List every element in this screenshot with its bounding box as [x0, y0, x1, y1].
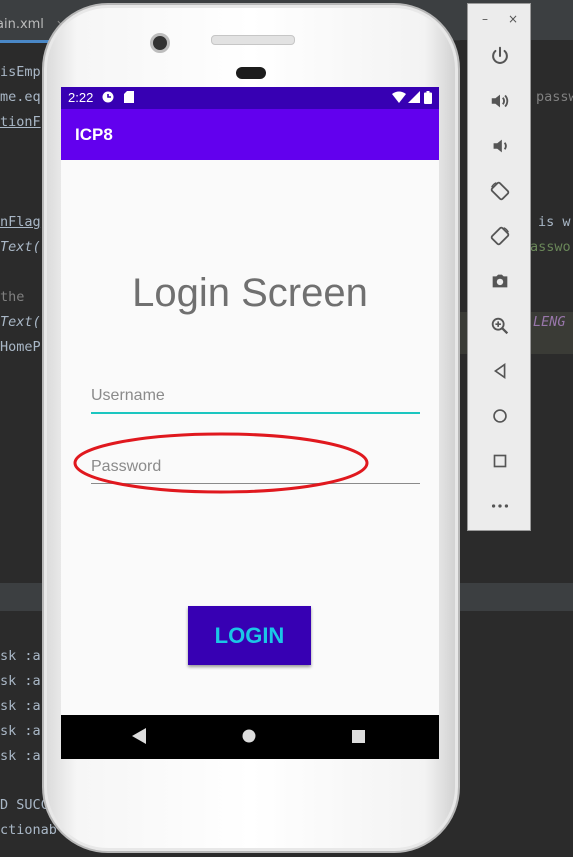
notification-icon [102, 91, 114, 106]
overview-button[interactable] [484, 445, 516, 477]
rotate-right-button[interactable] [484, 220, 516, 252]
username-input[interactable] [91, 380, 420, 412]
minimize-button[interactable]: – [482, 12, 488, 26]
code-line: tionF [0, 114, 41, 130]
volume-up-button[interactable] [484, 85, 516, 117]
screenshot-button[interactable] [484, 265, 516, 297]
code-line: nFlag [0, 214, 41, 230]
status-bar: 2:22 [61, 87, 439, 109]
code-line: isEmp [0, 64, 41, 80]
home-button[interactable] [484, 400, 516, 432]
volume-up-icon [491, 94, 509, 108]
rotate-left-button[interactable] [484, 175, 516, 207]
sd-card-icon [124, 91, 134, 106]
console-line: sk :a [0, 698, 41, 714]
app-title: ICP8 [75, 125, 113, 144]
status-time: 2:22 [68, 90, 94, 105]
back-icon [493, 362, 506, 380]
code-fragment: asswo [530, 239, 571, 255]
wifi-icon [392, 91, 406, 106]
camera-icon [492, 274, 508, 288]
home-icon [493, 409, 507, 423]
battery-icon [424, 91, 432, 107]
code-fragment: LENG [533, 314, 566, 330]
login-heading: Login Screen [132, 271, 368, 315]
username-field [91, 380, 420, 414]
nav-back-icon[interactable] [132, 728, 146, 749]
overview-icon [493, 454, 507, 468]
console-line: D SUCC [0, 797, 49, 813]
rotate-right-icon [490, 226, 510, 246]
close-button[interactable]: × [508, 12, 518, 26]
back-button[interactable] [484, 355, 516, 387]
nav-overview-icon[interactable] [352, 730, 365, 748]
front-camera [150, 33, 170, 53]
code-line: me.eq [0, 89, 41, 105]
console-line: sk :a [0, 748, 41, 764]
power-icon [492, 46, 508, 64]
top-speaker-grille [211, 35, 295, 45]
code-fragment: passw [536, 89, 573, 105]
emulator-panel-titlebar: – × [468, 12, 530, 32]
volume-down-button[interactable] [484, 130, 516, 162]
console-line: sk :a [0, 673, 41, 689]
code-line: the [0, 289, 25, 305]
more-icon [491, 504, 509, 508]
ide-file-tab-label: ain.xml [0, 17, 44, 32]
code-line: Text( [0, 239, 41, 255]
code-fragment: is w [538, 214, 571, 230]
console-line: sk :a [0, 648, 41, 664]
more-button[interactable] [484, 490, 516, 522]
code-line: HomeP [0, 339, 41, 355]
volume-down-icon [493, 139, 507, 153]
earpiece [236, 67, 266, 79]
zoom-button[interactable] [484, 310, 516, 342]
login-button[interactable]: LOGIN [188, 606, 311, 665]
password-field [91, 451, 420, 484]
emulator-controls-panel: – × [467, 3, 531, 531]
rotate-left-icon [490, 181, 510, 201]
console-line: sk :a [0, 723, 41, 739]
power-button[interactable] [484, 40, 516, 72]
code-line: Text( [0, 314, 41, 330]
nav-home-icon[interactable] [242, 729, 256, 748]
app-bar: ICP8 [61, 109, 439, 160]
phone-screen: 2:22 ICP8 Login Screen LOGIN [61, 87, 439, 759]
navigation-bar [61, 715, 439, 759]
password-input[interactable] [91, 451, 420, 483]
signal-icon [408, 91, 420, 106]
console-line: ctionab [0, 822, 57, 838]
zoom-icon [491, 317, 509, 335]
